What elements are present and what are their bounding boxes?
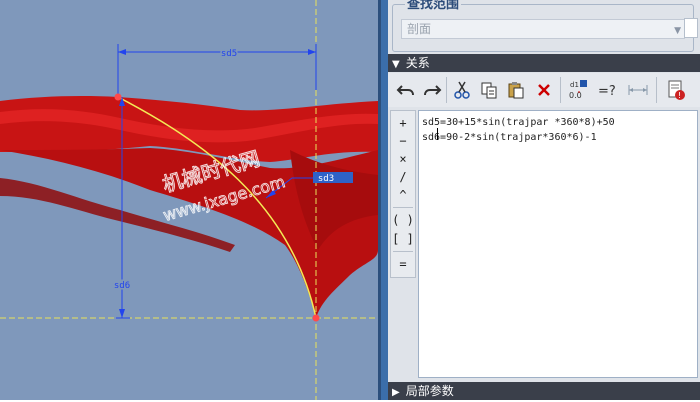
divide-operator-button[interactable]: / [391,168,415,186]
dimension-sd3-label: sd3 [318,174,334,184]
svg-text:d1: d1 [570,81,579,89]
scope-select[interactable]: 剖面 ▼ [401,19,685,39]
expand-triangle-icon: ▶ [392,387,400,398]
switch-dims-icon[interactable]: d1 0.0 [566,77,590,103]
find-scope-title: 查找范围 [405,0,462,12]
minus-operator-button[interactable]: − [391,132,415,150]
paste-icon[interactable] [504,77,528,103]
end-point[interactable] [312,314,320,322]
svg-text:!: ! [678,91,681,100]
dimension-sd6-label: sd6 [114,281,130,291]
brackets-operator-button[interactable]: [ ] [391,230,415,248]
scope-select-value: 剖面 [407,22,432,36]
redo-icon[interactable] [420,77,444,103]
collapse-triangle-icon: ▼ [392,59,400,70]
relations-section-header[interactable]: ▼ 关系 [388,54,700,72]
dimension-sd5[interactable]: sd5 [117,44,317,97]
sketch-canvas[interactable]: sd5 sd6 sd3 机械时代网 www.jxage.com [0,0,378,400]
verify-icon[interactable]: ! [664,77,688,103]
chevron-down-icon: ▼ [674,26,681,36]
cut-icon[interactable] [450,77,474,103]
graphics-viewport[interactable]: sd5 sd6 sd3 机械时代网 www.jxage.com [0,0,378,400]
relations-panel: 查找范围 剖面 ▼ ▼ 关系 d1 0.0 =? ! + − × / ^ ()… [388,0,700,400]
dimension-sd5-label: sd5 [221,49,237,59]
multiply-operator-button[interactable]: × [391,150,415,168]
svg-text:0.0: 0.0 [569,91,582,100]
scope-pick-button[interactable] [684,18,698,38]
find-scope-group: 查找范围 剖面 ▼ [392,0,694,52]
relations-title: 关系 [405,56,430,70]
relation-line-sd6[interactable]: sd6=90-2*sin(trajpar*360*6)-1 [422,131,597,144]
text-caret [437,128,438,140]
equals-operator-button[interactable]: = [391,255,415,273]
delete-icon[interactable] [532,77,556,103]
plus-operator-button[interactable]: + [391,114,415,132]
evaluate-icon[interactable]: =? [596,77,620,103]
unit-sensitivity-icon[interactable] [626,77,650,103]
local-params-section-header[interactable]: ▶ 局部参数 [388,382,700,400]
copy-icon[interactable] [477,77,501,103]
local-params-title: 局部参数 [405,384,454,398]
power-operator-button[interactable]: ^ [391,186,415,204]
parentheses-operator-button[interactable]: ( ) [391,211,415,229]
relation-line-sd5[interactable]: sd5=30+15*sin(trajpar *360*8)+50 [422,116,615,129]
svg-text:=?: =? [598,84,616,99]
relations-toolbar: d1 0.0 =? ! [388,73,700,107]
operator-palette: + − × / ^ ( ) [ ] = [390,110,416,278]
start-point[interactable] [114,93,122,101]
relations-editor[interactable]: sd5=30+15*sin(trajpar *360*8)+50 sd6=90-… [418,110,698,378]
undo-icon[interactable] [394,77,418,103]
panel-splitter[interactable] [378,0,388,400]
